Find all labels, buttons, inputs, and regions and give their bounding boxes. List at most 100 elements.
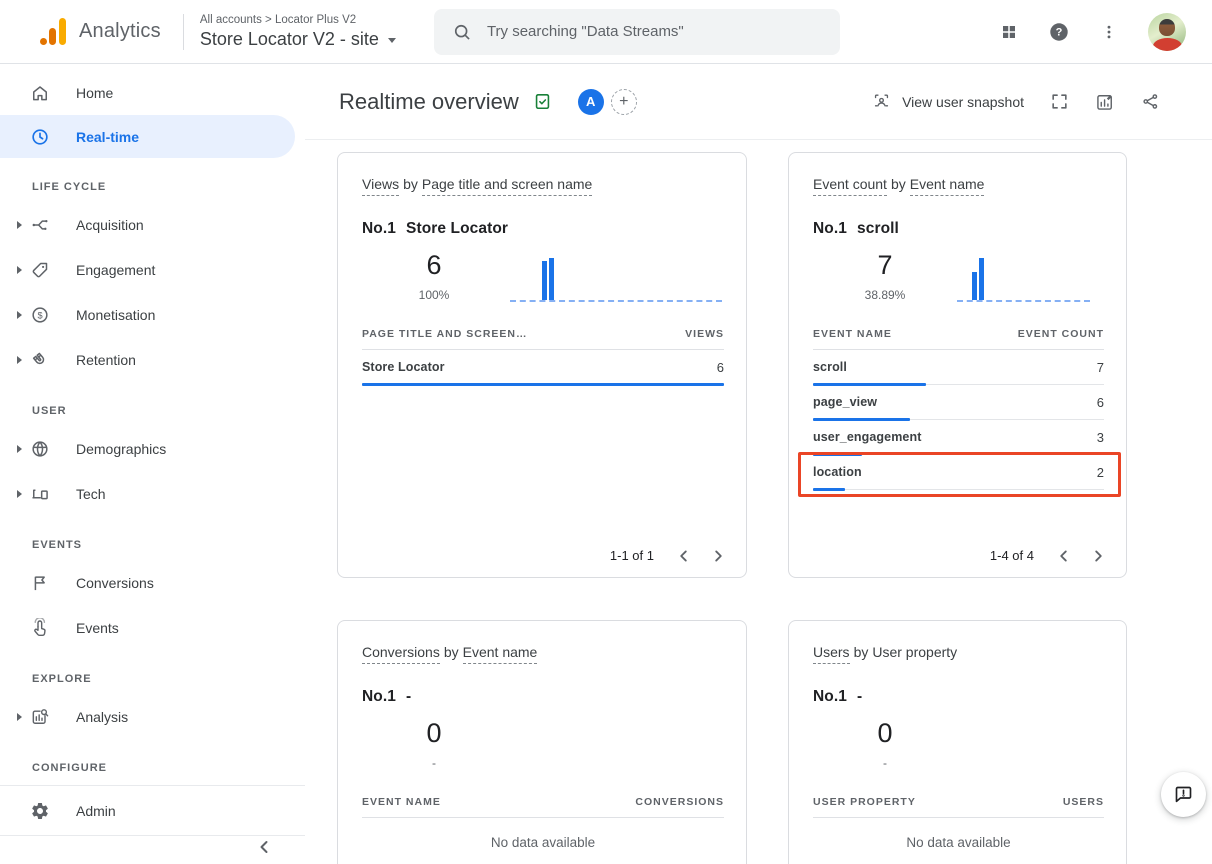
flag-icon bbox=[30, 573, 50, 593]
sidebar-item-label: Real-time bbox=[76, 129, 139, 145]
expand-arrow-icon[interactable] bbox=[14, 490, 24, 498]
sidebar-item-admin[interactable]: Admin bbox=[0, 788, 305, 833]
property-name[interactable]: Store Locator V2 - site bbox=[200, 29, 379, 50]
metric-selector[interactable]: Event count bbox=[813, 176, 887, 196]
row-value: 3 bbox=[1097, 430, 1104, 445]
row-name: location bbox=[813, 465, 862, 479]
property-switcher[interactable]: All accounts > Locator Plus V2 Store Loc… bbox=[200, 14, 396, 50]
empty-state-text: No data available bbox=[813, 835, 1104, 850]
retention-magnet-icon bbox=[30, 350, 50, 370]
sidebar-item-monetisation[interactable]: $ Monetisation bbox=[0, 292, 305, 337]
fullscreen-icon[interactable] bbox=[1050, 92, 1069, 111]
sidebar-item-label: Tech bbox=[76, 486, 106, 502]
rank-label: No.1 bbox=[813, 220, 847, 238]
dimension-selector[interactable]: Event name bbox=[910, 176, 985, 196]
breadcrumb[interactable]: All accounts > Locator Plus V2 bbox=[200, 14, 396, 27]
sidebar-item-label: Analysis bbox=[76, 709, 128, 725]
expand-arrow-icon[interactable] bbox=[14, 356, 24, 364]
devices-icon bbox=[30, 484, 50, 504]
pagination-prev-icon[interactable] bbox=[678, 549, 689, 563]
search-input[interactable] bbox=[487, 23, 822, 40]
kebab-menu-icon[interactable] bbox=[1100, 22, 1118, 42]
row-value: 2 bbox=[1097, 465, 1104, 480]
sidebar-item-retention[interactable]: Retention bbox=[0, 337, 305, 382]
sidebar-collapse-button[interactable] bbox=[257, 840, 271, 854]
brand-name: Analytics bbox=[79, 20, 161, 43]
metric-selector[interactable]: Users bbox=[813, 644, 850, 664]
comparison-chip[interactable]: A bbox=[578, 89, 604, 115]
share-icon[interactable] bbox=[1141, 92, 1160, 111]
top-entity-name: - bbox=[857, 688, 862, 706]
sidebar-item-analysis[interactable]: Analysis bbox=[0, 694, 305, 739]
row-name: scroll bbox=[813, 360, 847, 374]
sidebar-item-demographics[interactable]: Demographics bbox=[0, 426, 305, 471]
table-row-highlighted: location 2 bbox=[813, 455, 1104, 490]
sidebar-item-conversions[interactable]: Conversions bbox=[0, 560, 305, 605]
card-event-count-by-event-name: Event count by Event name No.1 scroll 7 … bbox=[788, 152, 1127, 578]
sidebar-item-realtime[interactable]: Real-time bbox=[0, 115, 295, 158]
main-area: Realtime overview A + View use bbox=[305, 64, 1212, 864]
main-header: Realtime overview A + View use bbox=[305, 64, 1212, 140]
metric-percent: - bbox=[404, 756, 464, 770]
metric-value: 0 bbox=[404, 718, 464, 749]
dimension-selector[interactable]: User property bbox=[872, 644, 957, 664]
svg-text:?: ? bbox=[1056, 26, 1063, 38]
dimension-selector[interactable]: Page title and screen name bbox=[422, 176, 592, 196]
pagination-prev-icon[interactable] bbox=[1058, 549, 1069, 563]
expand-arrow-icon[interactable] bbox=[14, 445, 24, 453]
cards-grid: Views by Page title and screen name No.1… bbox=[305, 140, 1212, 864]
sidebar-item-engagement[interactable]: Engagement bbox=[0, 247, 305, 292]
pagination-next-icon[interactable] bbox=[713, 549, 724, 563]
touch-icon bbox=[30, 618, 50, 638]
row-value: 6 bbox=[1097, 395, 1104, 410]
expand-arrow-icon[interactable] bbox=[14, 311, 24, 319]
metric-selector[interactable]: Conversions bbox=[362, 644, 440, 664]
analysis-icon bbox=[30, 707, 50, 727]
column-header-dimension: EVENT NAME bbox=[813, 328, 892, 340]
page-title: Realtime overview bbox=[339, 89, 519, 115]
pagination-next-icon[interactable] bbox=[1093, 549, 1104, 563]
row-name: page_view bbox=[813, 395, 877, 409]
title-connector: by bbox=[891, 176, 906, 196]
column-header-metric: USERS bbox=[1063, 796, 1104, 808]
sidebar-item-label: Demographics bbox=[76, 441, 166, 457]
rank-label: No.1 bbox=[362, 688, 396, 706]
view-user-snapshot-button[interactable]: View user snapshot bbox=[872, 92, 1024, 111]
expand-arrow-icon[interactable] bbox=[14, 713, 24, 721]
sidebar-item-home[interactable]: Home bbox=[0, 70, 305, 115]
column-header-metric: CONVERSIONS bbox=[635, 796, 724, 808]
apps-grid-icon[interactable] bbox=[1000, 23, 1018, 41]
search-bar[interactable] bbox=[434, 9, 840, 55]
sidebar-item-label: Home bbox=[76, 85, 113, 101]
top-entity-name: - bbox=[406, 688, 411, 706]
table-row: Store Locator 6 bbox=[362, 350, 724, 385]
table-row: page_view 6 bbox=[813, 385, 1104, 420]
sidebar-section-user: USER bbox=[0, 396, 305, 426]
analytics-logo-icon bbox=[40, 18, 66, 45]
expand-arrow-icon[interactable] bbox=[14, 266, 24, 274]
top-entity-name: Store Locator bbox=[406, 220, 508, 238]
sidebar-item-label: Admin bbox=[76, 803, 116, 819]
customize-report-icon[interactable] bbox=[1095, 92, 1115, 112]
expand-arrow-icon[interactable] bbox=[14, 221, 24, 229]
acquisition-icon bbox=[30, 215, 50, 235]
svg-text:$: $ bbox=[37, 310, 42, 320]
dimension-selector[interactable]: Event name bbox=[463, 644, 538, 664]
sidebar-item-label: Engagement bbox=[76, 262, 155, 278]
help-icon[interactable]: ? bbox=[1048, 21, 1070, 43]
column-header-dimension: EVENT NAME bbox=[362, 796, 441, 808]
data-quality-check-icon[interactable] bbox=[533, 92, 552, 111]
sidebar-item-label: Events bbox=[76, 620, 119, 636]
feedback-button[interactable] bbox=[1161, 772, 1206, 817]
metric-selector[interactable]: Views bbox=[362, 176, 399, 196]
sidebar-item-acquisition[interactable]: Acquisition bbox=[0, 202, 305, 247]
card-conversions-by-event-name: Conversions by Event name No.1 - 0 - EVE… bbox=[337, 620, 747, 864]
add-comparison-button[interactable]: + bbox=[611, 89, 637, 115]
sidebar: Home Real-time LIFE CYCLE Acquisition bbox=[0, 64, 305, 864]
search-icon bbox=[452, 22, 472, 42]
sidebar-item-events[interactable]: Events bbox=[0, 605, 305, 650]
empty-state-text: No data available bbox=[362, 835, 724, 850]
sidebar-item-tech[interactable]: Tech bbox=[0, 471, 305, 516]
avatar[interactable] bbox=[1148, 13, 1186, 51]
rank-label: No.1 bbox=[362, 220, 396, 238]
